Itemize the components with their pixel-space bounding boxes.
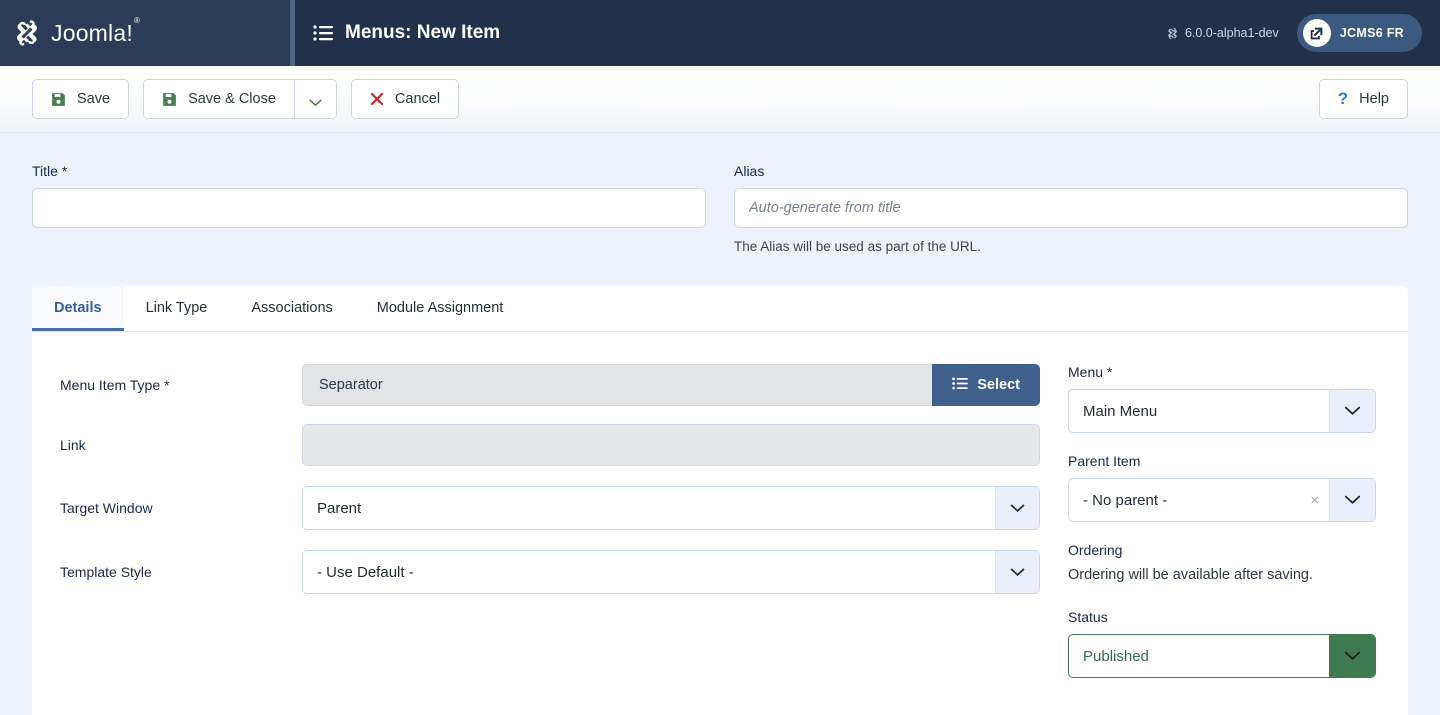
menu-item-type-label: Menu Item Type *	[60, 377, 170, 393]
chevron-down-icon	[1329, 479, 1375, 521]
visit-site-button[interactable]: JCMS6 FR	[1296, 14, 1422, 52]
menu-value: Main Menu	[1083, 402, 1158, 420]
target-window-control: Parent	[302, 486, 1040, 530]
brand-name: Joomla!®	[51, 15, 141, 46]
link-row: Link	[60, 424, 1040, 466]
visit-site-label: JCMS6 FR	[1339, 26, 1404, 40]
menu-select[interactable]: Main Menu	[1068, 389, 1376, 433]
details-panel: Menu Item Type * Separator Select Link T…	[32, 332, 1408, 715]
chevron-down-icon	[1329, 390, 1375, 432]
chevron-down-icon	[1329, 635, 1375, 677]
details-sidebar-column: Menu * Main Menu Parent Item - No parent…	[1068, 360, 1376, 698]
joomla-logo-icon	[12, 18, 42, 48]
menu-item-type-control: Separator Select	[302, 364, 1040, 406]
status-label: Status	[1068, 609, 1108, 625]
ordering-note: Ordering will be available after saving.	[1068, 567, 1314, 583]
template-style-label: Template Style	[60, 564, 152, 580]
title-input[interactable]	[32, 188, 706, 228]
ordering-label: Ordering	[1068, 542, 1123, 558]
menu-item-type-select-button[interactable]: Select	[932, 364, 1040, 406]
required-marker: *	[1106, 364, 1113, 380]
target-window-select[interactable]: Parent	[302, 486, 1040, 530]
details-card: Details Link Type Associations Module As…	[32, 286, 1408, 715]
parent-item-field-group: Parent Item - No parent - ×	[1068, 453, 1376, 522]
floppy-save-icon	[51, 92, 66, 107]
details-main-column: Menu Item Type * Separator Select Link T…	[60, 360, 1040, 698]
floppy-save-icon	[162, 92, 177, 107]
template-style-row: Template Style - Use Default -	[60, 550, 1040, 594]
clear-x-icon[interactable]: ×	[1300, 493, 1329, 508]
alias-input[interactable]	[734, 188, 1408, 228]
alias-label: Alias	[734, 163, 765, 179]
ordering-field-group: Ordering Ordering will be available afte…	[1068, 542, 1376, 583]
title-label: Title *	[32, 163, 68, 179]
question-mark-icon: ?	[1337, 89, 1349, 108]
alias-field-group: Alias The Alias will be used as part of …	[734, 163, 1408, 254]
help-button[interactable]: ? Help	[1318, 79, 1408, 119]
required-marker: *	[61, 163, 68, 179]
template-style-control: - Use Default -	[302, 550, 1040, 594]
joomla-logo-link[interactable]: Joomla!®	[12, 15, 141, 48]
chevron-down-icon	[995, 487, 1039, 529]
title-field-group: Title *	[32, 163, 706, 254]
cancel-button-label: Cancel	[394, 91, 441, 107]
link-input-disabled	[302, 424, 1040, 466]
save-button-label: Save	[77, 91, 111, 107]
cancel-button[interactable]: Cancel	[350, 79, 460, 119]
version-indicator: 6.0.0-alpha1-dev	[1166, 26, 1279, 40]
chevron-down-icon	[309, 95, 322, 107]
page-body: Title * Alias The Alias will be used as …	[0, 133, 1440, 715]
alias-help-text: The Alias will be used as part of the UR…	[734, 239, 981, 254]
save-button[interactable]: Save	[32, 79, 130, 119]
toolbar-left-group: Save Save & Close Cancel	[32, 79, 460, 119]
toolbar-right-group: ? Help	[1318, 79, 1408, 119]
target-window-value: Parent	[317, 499, 362, 517]
toolbar: Save Save & Close Cancel ? Help	[0, 66, 1440, 133]
parent-item-select[interactable]: - No parent - ×	[1068, 478, 1376, 522]
menu-field-group: Menu * Main Menu	[1068, 364, 1376, 433]
menu-label: Menu *	[1068, 364, 1113, 380]
joomla-mark-icon	[1166, 27, 1179, 40]
chevron-down-icon	[995, 551, 1039, 593]
template-style-select[interactable]: - Use Default -	[302, 550, 1040, 594]
status-value: Published	[1083, 647, 1149, 665]
tab-associations[interactable]: Associations	[229, 286, 354, 331]
header-actions: 6.0.0-alpha1-dev JCMS6 FR	[1166, 14, 1422, 52]
tab-bar: Details Link Type Associations Module As…	[32, 286, 1408, 332]
external-link-icon	[1302, 19, 1331, 47]
save-close-split-button: Save & Close	[143, 79, 337, 119]
list-icon	[313, 25, 333, 41]
close-x-icon	[370, 92, 384, 106]
status-field-group: Status Published	[1068, 609, 1376, 678]
list-icon	[952, 377, 969, 394]
version-label: 6.0.0-alpha1-dev	[1184, 26, 1279, 40]
header-main: Menus: New Item 6.0.0-alpha1-dev JCMS6 F…	[295, 0, 1440, 66]
app-header: Joomla!® Menus: New Item 6.0.0-alpha1-de…	[0, 0, 1440, 66]
tab-module-assignment[interactable]: Module Assignment	[355, 286, 526, 331]
select-button-label: Select	[977, 377, 1020, 393]
parent-item-label: Parent Item	[1068, 453, 1141, 469]
tab-link-type[interactable]: Link Type	[124, 286, 230, 331]
top-fields-row: Title * Alias The Alias will be used as …	[32, 133, 1408, 254]
parent-item-value: - No parent -	[1083, 491, 1168, 509]
status-select[interactable]: Published	[1068, 634, 1376, 678]
target-window-label: Target Window	[60, 500, 153, 516]
menu-item-type-group: Separator Select	[302, 364, 1040, 406]
brand-trademark: ®	[133, 15, 141, 25]
target-window-row: Target Window Parent	[60, 486, 1040, 530]
save-and-close-label: Save & Close	[188, 91, 276, 107]
page-title: Menus: New Item	[345, 22, 501, 43]
required-marker: *	[164, 377, 170, 393]
tab-details[interactable]: Details	[32, 286, 124, 331]
save-dropdown-toggle[interactable]	[293, 79, 337, 119]
help-button-label: Help	[1359, 91, 1389, 107]
menu-item-type-value: Separator	[302, 364, 933, 406]
page-title-group: Menus: New Item	[313, 22, 500, 44]
menu-item-type-row: Menu Item Type * Separator Select	[60, 364, 1040, 406]
brand-area: Joomla!®	[0, 0, 290, 66]
save-and-close-button[interactable]: Save & Close	[143, 79, 294, 119]
link-label: Link	[60, 437, 86, 453]
template-style-value: - Use Default -	[317, 563, 414, 581]
link-control	[302, 424, 1040, 466]
